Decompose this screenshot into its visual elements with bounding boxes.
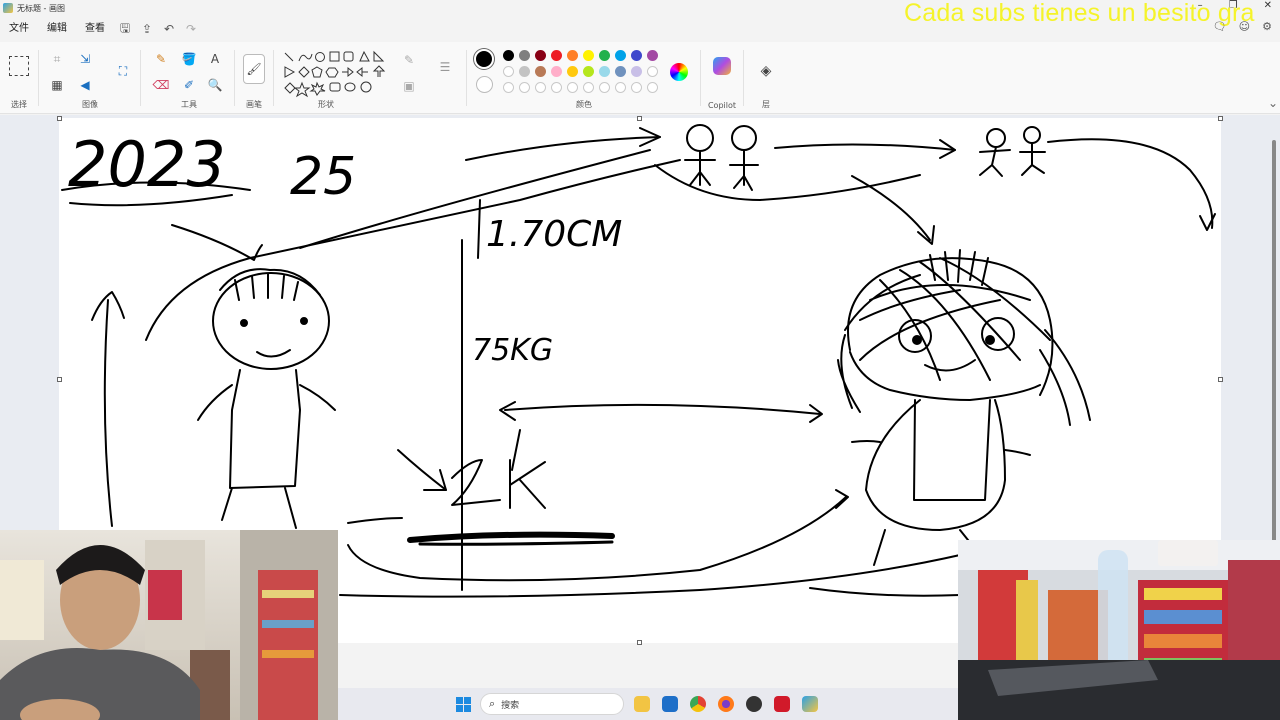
taskbar-search[interactable]: ⌕ 搜索 xyxy=(480,693,624,715)
sketch-number-text: 25 xyxy=(290,147,356,207)
paint-taskbar-icon[interactable] xyxy=(802,696,818,712)
search-placeholder: 搜索 xyxy=(501,700,520,711)
vertical-scrollbar[interactable] xyxy=(1272,140,1276,580)
chrome-icon[interactable] xyxy=(690,696,706,712)
obs-icon[interactable] xyxy=(746,696,762,712)
webcam-right-image xyxy=(958,540,1280,720)
firefox-icon[interactable] xyxy=(718,696,734,712)
webcam-left-image xyxy=(0,530,338,720)
sketch-weight-text: 75KG xyxy=(472,333,553,368)
sketch-height-text: 1.70CM xyxy=(486,214,622,255)
taskbar: ⌕ 搜索 xyxy=(338,688,958,720)
file-explorer-icon[interactable] xyxy=(634,696,650,712)
outlook-icon[interactable] xyxy=(662,696,678,712)
windows-start-icon[interactable] xyxy=(456,697,471,712)
sketch-year-text: 2023 xyxy=(68,128,226,201)
webcam-left xyxy=(0,530,338,720)
app-red-icon[interactable] xyxy=(774,696,790,712)
search-icon: ⌕ xyxy=(489,697,496,710)
webcam-right xyxy=(958,540,1280,720)
